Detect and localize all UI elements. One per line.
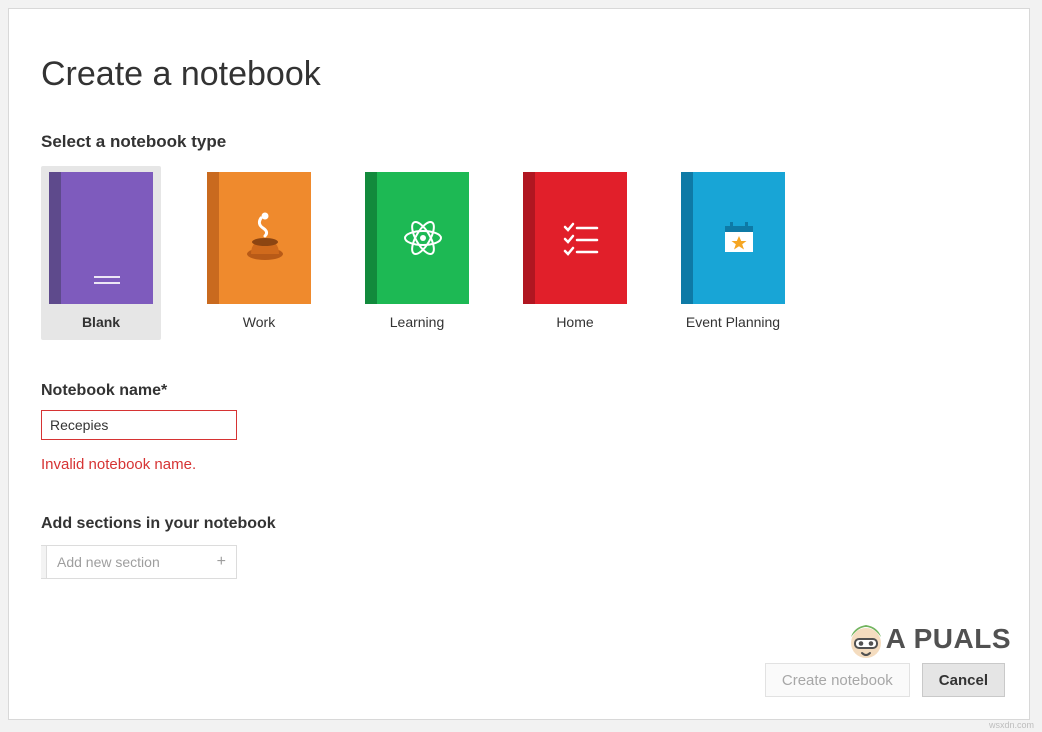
notebook-type-work[interactable]: Work [199,166,319,340]
notebook-icon-event [681,172,785,304]
add-section-button[interactable]: Add new section + [41,545,237,579]
notebook-name-error: Invalid notebook name. [41,456,997,473]
notebook-type-label: Work [243,314,275,330]
select-type-label: Select a notebook type [41,132,997,152]
create-notebook-dialog: Create a notebook Select a notebook type… [8,8,1030,720]
notebook-type-home[interactable]: Home [515,166,635,340]
calendar-star-icon [719,218,759,258]
source-url-text: wsxdn.com [989,720,1034,730]
notebook-type-event-planning[interactable]: Event Planning [673,166,793,340]
add-section-placeholder: Add new section [47,554,217,570]
notebook-icon-home [523,172,627,304]
watermark: A PUALS [840,613,1011,665]
notebook-type-label: Home [556,314,593,330]
create-notebook-button[interactable]: Create notebook [765,663,910,697]
notebook-type-label: Blank [82,314,120,330]
notebook-icon-blank [49,172,153,304]
cancel-button[interactable]: Cancel [922,663,1005,697]
dialog-footer: Create notebook Cancel [765,663,1005,697]
notebook-name-label: Notebook name* [41,382,997,400]
plus-icon: + [217,553,226,571]
checklist-icon [561,218,601,258]
notebook-name-input[interactable] [41,410,237,440]
notebook-type-row: Blank [41,166,997,340]
add-sections-heading: Add sections in your notebook [41,515,997,533]
atom-icon [400,215,446,261]
notebook-type-learning[interactable]: Learning [357,166,477,340]
notebook-icon-learning [365,172,469,304]
dialog-title: Create a notebook [41,55,997,94]
notebook-icon-work [207,172,311,304]
notebook-type-blank[interactable]: Blank [41,166,161,340]
watermark-text: A PUALS [886,623,1011,655]
notebook-type-label: Learning [390,314,445,330]
watermark-mascot-icon [840,613,892,665]
notebook-type-label: Event Planning [686,314,780,330]
coffee-cup-icon [243,212,287,264]
